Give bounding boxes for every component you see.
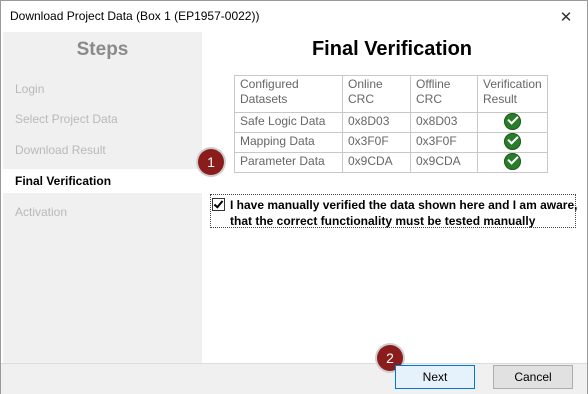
table-header-row: Configured Datasets Online CRC Offline CRC … bbox=[234, 75, 548, 113]
table-row: Mapping Data 0x3F0F 0x3F0F bbox=[234, 132, 548, 153]
step-download-result[interactable]: Download Result bbox=[3, 138, 202, 162]
manual-verification-label[interactable]: I have manually verified the data shown … bbox=[230, 197, 580, 229]
close-button[interactable]: ✕ bbox=[545, 1, 587, 32]
steps-heading: Steps bbox=[76, 39, 129, 60]
page-title: Final Verification bbox=[311, 38, 473, 60]
result-cell bbox=[477, 112, 548, 133]
offline-crc-cell: 0x8D03 bbox=[410, 112, 478, 133]
green-check-icon bbox=[504, 133, 521, 150]
cancel-button[interactable]: Cancel bbox=[493, 365, 573, 389]
result-cell bbox=[477, 152, 548, 173]
online-crc-cell: 0x9CDA bbox=[342, 152, 411, 173]
header-line: Datasets bbox=[240, 92, 288, 106]
result-cell bbox=[477, 132, 548, 153]
next-button[interactable]: Next bbox=[395, 365, 475, 389]
window-title: Download Project Data (Box 1 (EP1957-002… bbox=[10, 9, 260, 23]
header-line: Configured bbox=[240, 77, 299, 91]
steps-sidebar: Steps Login Select Project Data Download… bbox=[3, 32, 202, 363]
header-line: Offline bbox=[416, 77, 451, 91]
step-select-project-data[interactable]: Select Project Data bbox=[3, 107, 202, 131]
header-line: CRC bbox=[416, 92, 442, 106]
header-line: Verification bbox=[483, 77, 542, 91]
manual-verification-checkbox[interactable] bbox=[212, 198, 225, 211]
crc-table: Configured Datasets Online CRC Offline CRC … bbox=[234, 75, 548, 173]
green-check-icon bbox=[504, 153, 521, 170]
close-icon: ✕ bbox=[559, 8, 573, 26]
step-login[interactable]: Login bbox=[3, 77, 202, 101]
header-line: Result bbox=[483, 92, 518, 106]
step-activation[interactable]: Activation bbox=[3, 200, 202, 224]
title-bar: Download Project Data (Box 1 (EP1957-002… bbox=[1, 1, 587, 32]
online-crc-cell: 0x3F0F bbox=[342, 132, 411, 153]
header-line: CRC bbox=[348, 92, 374, 106]
dialog-window: Download Project Data (Box 1 (EP1957-002… bbox=[0, 0, 588, 394]
offline-crc-cell: 0x9CDA bbox=[410, 152, 478, 173]
dataset-cell: Mapping Data bbox=[234, 132, 343, 153]
step-final-verification[interactable]: Final Verification bbox=[3, 169, 202, 193]
table-row: Safe Logic Data 0x8D03 0x8D03 bbox=[234, 112, 548, 133]
offline-crc-cell: 0x3F0F bbox=[410, 132, 478, 153]
column-header-online-crc: Online CRC bbox=[342, 75, 411, 113]
column-header-verification-result: Verification Result bbox=[477, 75, 548, 113]
column-header-offline-crc: Offline CRC bbox=[410, 75, 478, 113]
column-header-datasets: Configured Datasets bbox=[234, 75, 343, 113]
callout-badge-1: 1 bbox=[198, 149, 224, 175]
table-row: Parameter Data 0x9CDA 0x9CDA bbox=[234, 152, 548, 173]
dataset-cell: Parameter Data bbox=[234, 152, 343, 173]
green-check-icon bbox=[504, 113, 521, 130]
dataset-cell: Safe Logic Data bbox=[234, 112, 343, 133]
online-crc-cell: 0x8D03 bbox=[342, 112, 411, 133]
header-line: Online bbox=[348, 77, 383, 91]
